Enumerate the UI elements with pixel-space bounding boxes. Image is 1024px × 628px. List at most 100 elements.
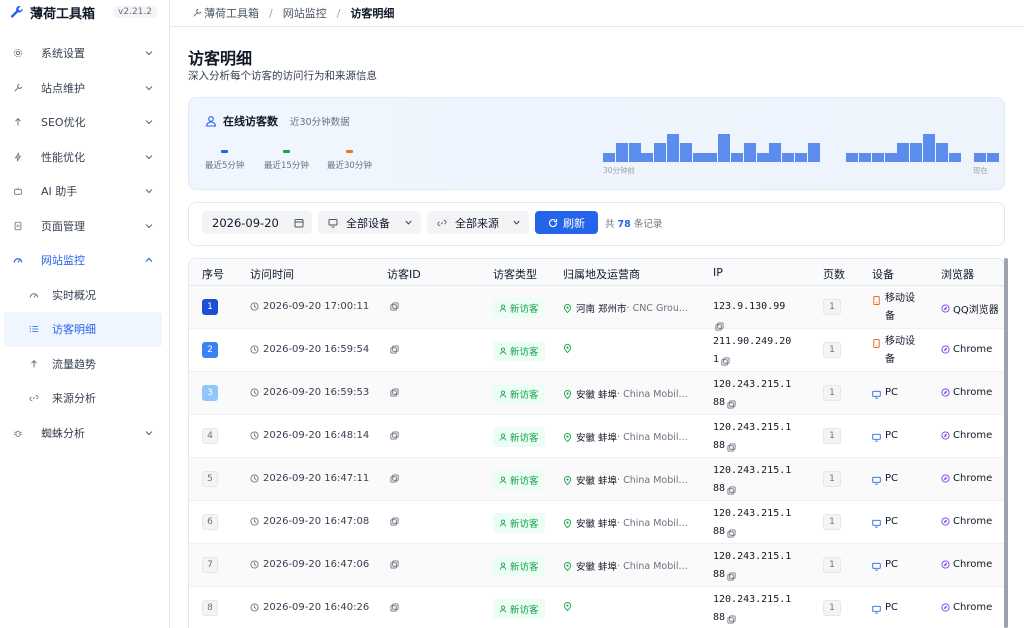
copy-ip-icon[interactable] xyxy=(715,320,724,331)
compass-icon xyxy=(941,345,950,354)
scrollbar[interactable] xyxy=(1004,258,1008,628)
sidebar-subitem-realtime[interactable]: 实时概况 xyxy=(0,278,162,313)
table-row[interactable]: 2 2026-09-20 16:59:54 新访客 211.90.249.201 1 移动… xyxy=(189,329,1004,372)
copy-ip-icon[interactable] xyxy=(721,355,730,366)
chevron-down-icon xyxy=(145,154,153,160)
sidebar-item-performance[interactable]: 性能优化 xyxy=(0,140,170,175)
sidebar-subitem-visitor-details[interactable]: 访客明细 xyxy=(4,312,162,347)
breadcrumb-root[interactable]: 薄荷工具箱 xyxy=(204,5,259,21)
table-row[interactable]: 3 2026-09-20 16:59:53 新访客 安徽 蚌埠 · China Mob… xyxy=(189,372,1004,415)
copy-ip-icon[interactable] xyxy=(727,441,736,452)
ip-text: 120.243.215.188 xyxy=(713,379,792,408)
clock-icon xyxy=(250,388,259,397)
device-cell: 移动设备 xyxy=(872,333,922,369)
location-pin-icon xyxy=(563,303,572,313)
online-visitors-hint: 近30分钟数据 xyxy=(290,117,350,128)
chevron-down-icon xyxy=(513,220,520,225)
sidebar-item-site-maintenance[interactable]: 站点维护 xyxy=(0,71,170,106)
device-text: PC xyxy=(885,602,899,613)
link-icon xyxy=(28,392,40,404)
ip-cell: 120.243.215.188 xyxy=(713,419,795,455)
sidebar-item-ai-assistant[interactable]: AI 助手 xyxy=(0,174,170,209)
page-count-badge: 1 xyxy=(823,342,841,358)
stat-last-15-min: 最近15分钟 xyxy=(264,150,309,171)
user-icon xyxy=(205,116,217,127)
col-time: 访问时间 xyxy=(250,268,294,281)
sidebar-item-system-settings[interactable]: 系统设置 xyxy=(0,36,170,71)
source-select[interactable]: 全部来源 xyxy=(427,211,529,234)
refresh-button[interactable]: 刷新 xyxy=(535,211,598,234)
count-value: 78 xyxy=(617,219,631,230)
table-row[interactable]: 6 2026-09-20 16:47:08 新访客 安徽 蚌埠 · China Mob… xyxy=(189,501,1004,544)
copy-ip-icon[interactable] xyxy=(727,484,736,495)
copy-visitor-id-icon[interactable] xyxy=(390,302,399,311)
copy-visitor-id-icon[interactable] xyxy=(390,474,399,483)
copy-visitor-id-icon[interactable] xyxy=(390,603,399,612)
copy-ip-icon[interactable] xyxy=(727,570,736,581)
ip-cell: 120.243.215.188 xyxy=(713,548,795,584)
chart-bar xyxy=(718,133,731,162)
visitor-type-text: 新访客 xyxy=(510,304,539,315)
chart-bar xyxy=(807,143,820,162)
copy-ip-icon[interactable] xyxy=(727,398,736,409)
row-index-badge: 7 xyxy=(202,557,218,573)
ip-cell: 120.243.215.188 xyxy=(713,462,795,498)
breadcrumb-parent[interactable]: 网站监控 xyxy=(283,5,327,21)
arrow-up-icon xyxy=(28,358,40,370)
ip-text: 123.9.130.99 xyxy=(713,301,786,312)
copy-ip-icon[interactable] xyxy=(727,527,736,538)
refresh-label: 刷新 xyxy=(563,217,585,230)
sidebar-item-page-management[interactable]: 页面管理 xyxy=(0,209,170,244)
copy-visitor-id-icon[interactable] xyxy=(390,345,399,354)
breadcrumb-separator: / xyxy=(269,6,273,20)
copy-visitor-id-icon[interactable] xyxy=(390,560,399,569)
ip-text: 120.243.215.188 xyxy=(713,594,792,623)
visit-time-text: 2026-09-20 16:59:53 xyxy=(263,387,370,398)
device-text: 移动设备 xyxy=(885,293,915,322)
table-row[interactable]: 4 2026-09-20 16:48:14 新访客 安徽 蚌埠 · China Mob… xyxy=(189,415,1004,458)
compass-icon xyxy=(941,603,950,612)
visitor-type-badge: 新访客 xyxy=(493,384,545,404)
chart-bar xyxy=(692,152,705,162)
breadcrumb: 薄荷工具箱 / 网站监控 / 访客明细 xyxy=(170,0,1024,27)
chevron-down-icon xyxy=(145,430,153,436)
user-icon xyxy=(499,476,507,484)
table-row[interactable]: 8 2026-09-20 16:40:26 新访客 120.243.215.188 1 P… xyxy=(189,587,1004,628)
sidebar-item-seo[interactable]: SEO优化 xyxy=(0,105,170,140)
source-select-value: 全部来源 xyxy=(455,216,499,230)
chart-bar xyxy=(641,152,654,162)
chart-bar xyxy=(603,152,615,162)
copy-visitor-id-icon[interactable] xyxy=(390,388,399,397)
browser-text: Chrome xyxy=(953,602,993,613)
sidebar-item-site-monitor[interactable]: 网站监控 xyxy=(0,243,170,278)
device-cell: 移动设备 xyxy=(872,290,922,326)
device-select[interactable]: 全部设备 xyxy=(318,211,421,234)
sidebar-item-spider-analysis[interactable]: 蜘蛛分析 xyxy=(0,416,170,451)
visitor-type-text: 新访客 xyxy=(510,390,539,401)
mobile-icon xyxy=(872,294,881,305)
device-cell: PC xyxy=(872,556,922,574)
device-text: 移动设备 xyxy=(885,336,915,365)
sidebar-item-label: 蜘蛛分析 xyxy=(41,426,85,440)
copy-visitor-id-icon[interactable] xyxy=(390,431,399,440)
sidebar-subitem-source-analysis[interactable]: 来源分析 xyxy=(0,381,162,416)
visit-time-text: 2026-09-20 16:47:06 xyxy=(263,559,370,570)
ip-cell: 211.90.249.201 xyxy=(713,333,795,369)
compass-icon xyxy=(941,431,950,440)
copy-visitor-id-icon[interactable] xyxy=(390,517,399,526)
row-index-badge: 3 xyxy=(202,385,218,401)
ip-text: 120.243.215.188 xyxy=(713,422,792,451)
stat-label: 最近15分钟 xyxy=(264,161,309,171)
sidebar-subitem-traffic-trend[interactable]: 流量趋势 xyxy=(0,347,162,382)
user-icon xyxy=(499,605,507,613)
region-cell: 安徽 蚌埠 · China Mobil... xyxy=(563,387,687,401)
table-row[interactable]: 5 2026-09-20 16:47:11 新访客 安徽 蚌埠 · China Mob… xyxy=(189,458,1004,501)
table-row[interactable]: 1 2026-09-20 17:00:11 新访客 河南 郑州市 · CNC Grou… xyxy=(189,286,1004,331)
visit-time-text: 2026-09-20 16:47:08 xyxy=(263,516,370,527)
breadcrumb-current: 访客明细 xyxy=(350,7,395,20)
isp-text: · China Mobil... xyxy=(617,474,687,486)
sidebar-item-label: 系统设置 xyxy=(41,47,85,61)
table-row[interactable]: 7 2026-09-20 16:47:06 新访客 安徽 蚌埠 · China Mob… xyxy=(189,544,1004,587)
copy-ip-icon[interactable] xyxy=(727,613,736,624)
date-picker[interactable]: 2026-09-20 xyxy=(202,211,312,234)
